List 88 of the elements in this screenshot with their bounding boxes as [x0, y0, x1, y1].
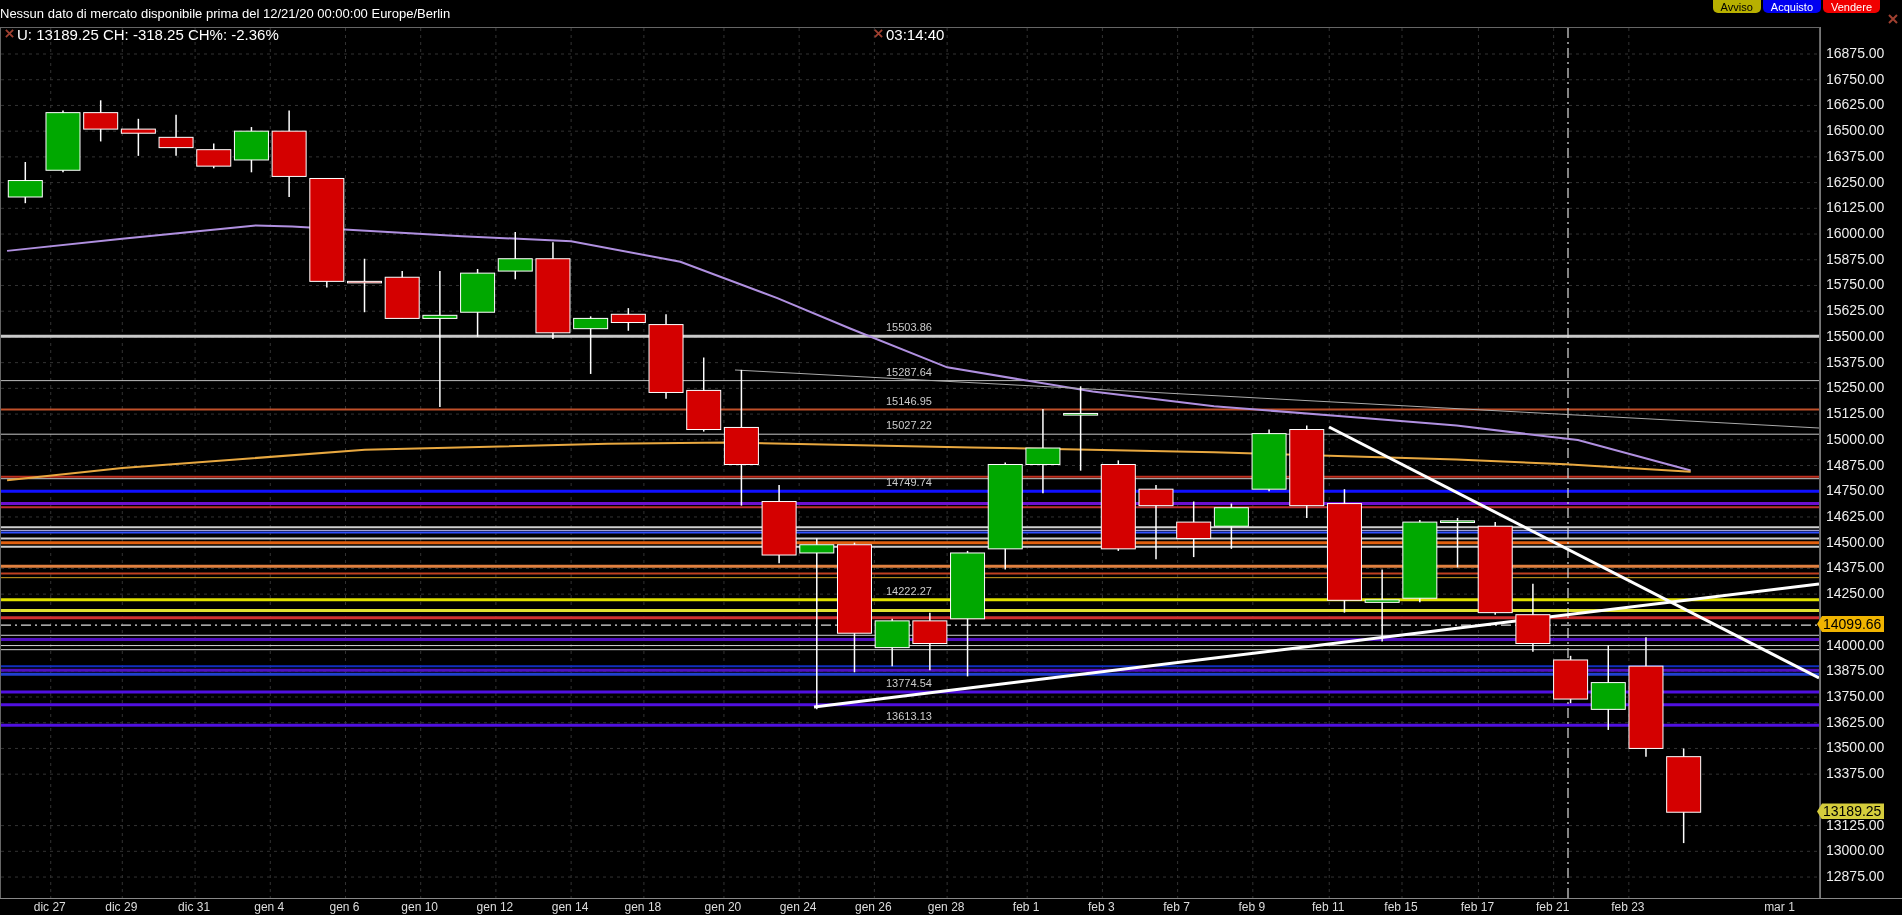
- price-level-label: 13613.13: [886, 710, 932, 723]
- price-axis-label: 15125.00: [1826, 405, 1885, 422]
- order-button[interactable]: Avviso: [1712, 0, 1761, 13]
- price-level-label: 15287.64: [886, 365, 932, 378]
- candlestick: [384, 270, 420, 320]
- price-level-label: 15146.95: [886, 394, 932, 407]
- price-axis-label: 16375.00: [1826, 147, 1885, 164]
- date-axis-label: gen 4: [254, 900, 285, 914]
- price-axis-label: 13875.00: [1826, 662, 1885, 679]
- candlestick: [874, 618, 910, 667]
- price-axis-label: 13375.00: [1826, 765, 1885, 782]
- date-axis-label: gen 10: [401, 900, 439, 914]
- price-axis-label: 14750.00: [1826, 482, 1885, 499]
- price-axis-label: 12875.00: [1826, 868, 1885, 885]
- price-axis-label: 16000.00: [1826, 225, 1885, 242]
- close-icon[interactable]: [874, 29, 883, 38]
- price-badge: 13189.25: [1817, 803, 1885, 820]
- close-icon[interactable]: [1888, 14, 1898, 24]
- price-axis-label: 15500.00: [1826, 327, 1885, 344]
- date-axis-label: gen 24: [779, 900, 817, 914]
- date-axis-label: mar 1: [1764, 900, 1795, 914]
- order-button[interactable]: Acquisto: [1762, 0, 1821, 13]
- price-axis-label: 16875.00: [1826, 45, 1885, 61]
- price-axis-label: 13500.00: [1826, 739, 1885, 756]
- price-axis-label: 15750.00: [1826, 276, 1885, 293]
- price-axis-label: 16750.00: [1826, 70, 1885, 87]
- date-axis-label: gen 6: [329, 900, 360, 914]
- price-level-label: 13774.54: [886, 676, 932, 689]
- candlestick: [120, 118, 156, 157]
- candlestick: [1176, 500, 1212, 558]
- price-axis-label: 14250.00: [1826, 585, 1885, 602]
- price-axis-label: 16500.00: [1826, 122, 1885, 139]
- price-level-label: 15027.22: [886, 419, 932, 432]
- price-badge: 14099.66: [1817, 616, 1885, 633]
- price-level-label: 14749.74: [886, 476, 932, 489]
- date-axis-label: feb 1: [1012, 900, 1040, 914]
- price-axis-label: 14375.00: [1826, 559, 1885, 576]
- date-axis-label: gen 26: [855, 900, 892, 914]
- order-button[interactable]: Vendere: [1823, 0, 1880, 13]
- date-axis-label: feb 3: [1088, 900, 1115, 914]
- price-axis-label: 16250.00: [1826, 173, 1885, 190]
- price-axis-label: 13750.00: [1826, 688, 1885, 704]
- candlestick: [460, 268, 496, 338]
- price-axis-label: 14625.00: [1826, 507, 1885, 524]
- candlestick: [7, 161, 43, 204]
- price-axis-label: 15250.00: [1826, 379, 1885, 396]
- candlestick: [45, 109, 81, 174]
- close-icon[interactable]: [5, 29, 14, 38]
- candlestick: [1213, 502, 1249, 550]
- candlestick: [1440, 517, 1475, 569]
- price-level-label: 15503.86: [886, 321, 932, 334]
- date-axis-label: dic 31: [178, 900, 211, 914]
- date-axis-label: feb 11: [1312, 900, 1345, 914]
- price-axis-label: 16625.00: [1826, 96, 1885, 113]
- date-axis-label: gen 18: [624, 900, 662, 914]
- price-axis-label: 15000.00: [1826, 430, 1885, 447]
- quote-text: U: 13189.25 CH: -318.25 CH%: -2.36%: [17, 26, 279, 43]
- date-axis-label: feb 23: [1611, 900, 1645, 914]
- candlestick: [347, 258, 382, 313]
- price-axis-label: 15875.00: [1826, 250, 1885, 267]
- date-axis-label: gen 14: [551, 900, 589, 914]
- date-axis-label: feb 17: [1460, 900, 1495, 914]
- price-axis-label: 15625.00: [1826, 302, 1885, 319]
- date-axis-label: gen 12: [476, 900, 514, 914]
- date-axis-label: gen 20: [704, 900, 742, 914]
- date-axis-label: gen 28: [927, 900, 965, 914]
- price-axis-label: 14000.00: [1826, 636, 1885, 653]
- date-axis-label: dic 27: [33, 900, 66, 914]
- price-axis-label: 13000.00: [1826, 842, 1885, 859]
- candlestick: [1251, 428, 1287, 492]
- price-axis-label: 16125.00: [1826, 199, 1885, 216]
- price-axis-label: 14875.00: [1826, 456, 1885, 473]
- price-axis-label: 15375.00: [1826, 353, 1885, 370]
- candlestick: [83, 99, 119, 143]
- candlestick: [497, 231, 533, 281]
- price-level-label: 14222.27: [886, 584, 932, 597]
- date-axis-label: feb 21: [1535, 900, 1570, 914]
- date-axis-label: feb 7: [1163, 900, 1190, 914]
- market-data-notice: Nessun dato di mercato disponibile prima del 12/21/20 00:00:00 Europe/Berlin: [0, 5, 451, 21]
- candlestick: [158, 113, 194, 157]
- date-axis-label: feb 15: [1384, 900, 1418, 914]
- clock-text: 03:14:40: [886, 26, 945, 43]
- price-axis-label: 13625.00: [1826, 713, 1885, 730]
- date-axis-label: feb 9: [1238, 900, 1266, 914]
- price-axis-label: 14500.00: [1826, 533, 1885, 550]
- date-axis-label: dic 29: [105, 900, 138, 914]
- candlestick: [912, 611, 948, 671]
- candlestick: [1515, 583, 1551, 653]
